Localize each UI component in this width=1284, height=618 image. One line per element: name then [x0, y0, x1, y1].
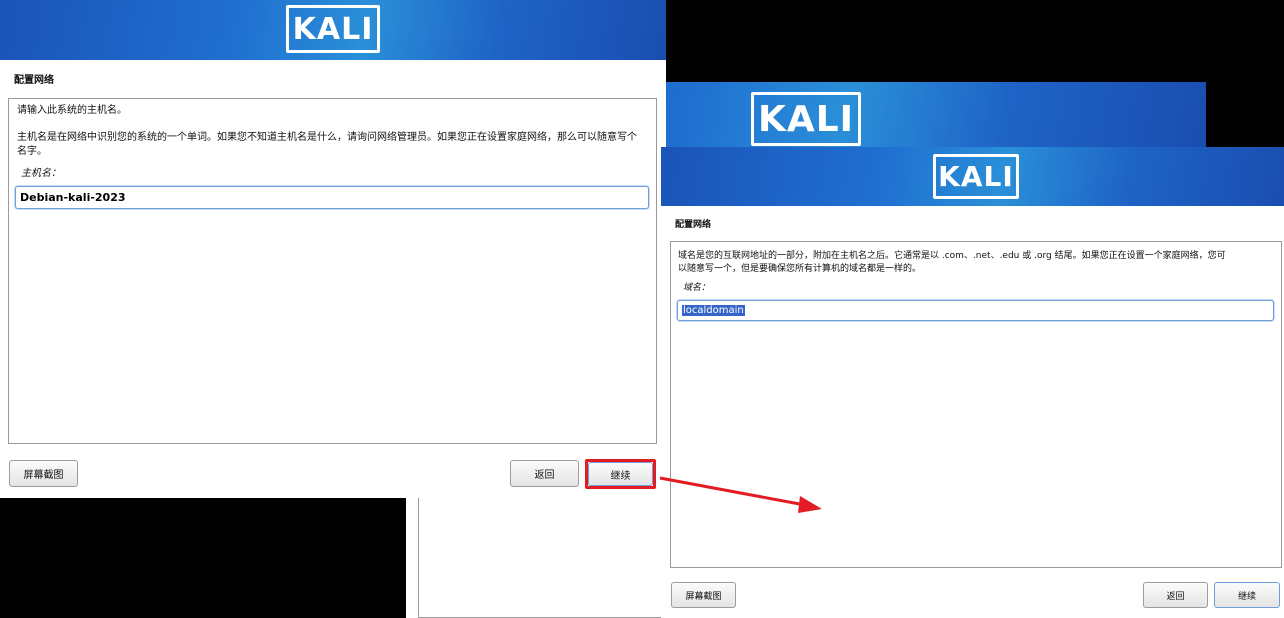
- arrow-head: [798, 496, 822, 513]
- arrow-shaft: [659, 476, 806, 507]
- annotation-arrow: [659, 476, 822, 513]
